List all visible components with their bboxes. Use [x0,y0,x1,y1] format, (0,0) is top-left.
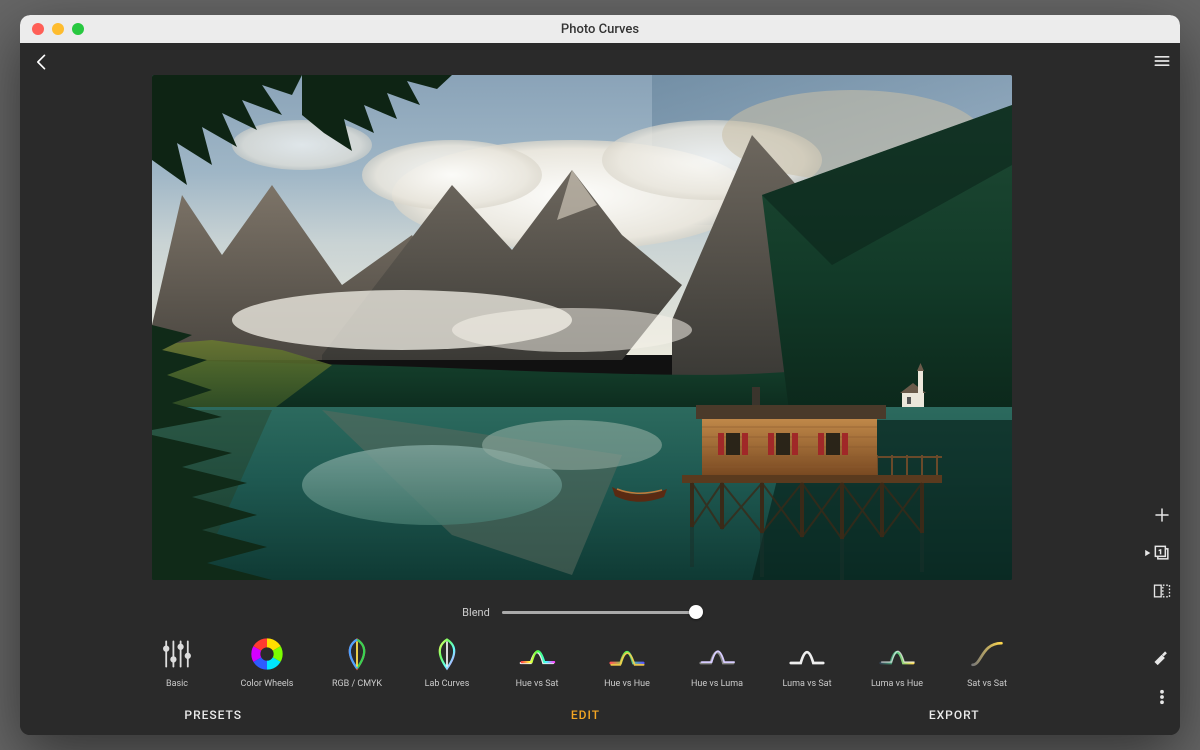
leaf-rgb-icon [338,635,376,673]
tool-rgb-cmyk[interactable]: RGB / CMYK [326,635,388,689]
tab-export[interactable]: EXPORT [929,708,980,722]
layers-button[interactable]: 1 [1152,543,1172,563]
main-column: Blend [20,43,1144,735]
tab-presets[interactable]: PRESETS [184,708,242,722]
tool-hue-vs-sat[interactable]: Hue vs Sat [506,635,568,689]
hump-hue-hue-icon [608,635,646,673]
tool-label: Sat vs Sat [967,679,1007,689]
tab-edit[interactable]: EDIT [571,708,600,722]
more-button[interactable] [1152,687,1172,707]
content-area: Blend [20,43,1180,735]
menu-button[interactable] [1152,51,1172,71]
tool-lab-curves[interactable]: Lab Curves [416,635,478,689]
eyedropper-button[interactable] [1152,649,1172,669]
blend-slider[interactable] [502,602,702,622]
photo-canvas[interactable] [152,75,1012,580]
titlebar: Photo Curves [20,15,1180,43]
tool-hue-vs-luma[interactable]: Hue vs Luma [686,635,748,689]
maximize-window-button[interactable] [72,23,84,35]
tool-label: Hue vs Hue [604,679,650,689]
s-curve-icon [968,635,1006,673]
bottom-tabs: PRESETS EDIT EXPORT [20,695,1144,735]
tool-label: RGB / CMYK [332,679,382,689]
canvas-wrap [20,81,1144,597]
tool-label: Basic [166,679,188,689]
tool-label: Luma vs Hue [871,679,923,689]
blend-thumb[interactable] [689,605,703,619]
tool-sat-vs-sat[interactable]: Sat vs Sat [956,635,1018,689]
tool-basic[interactable]: Basic [146,635,208,689]
color-wheel-icon [248,635,286,673]
tool-luma-vs-sat[interactable]: Luma vs Sat [776,635,838,689]
photo-svg [152,75,1012,580]
blend-fill [502,611,696,614]
tool-color-wheels[interactable]: Color Wheels [236,635,298,689]
tool-hue-vs-hue[interactable]: Hue vs Hue [596,635,658,689]
sliders-icon [158,635,196,673]
leaf-lab-icon [428,635,466,673]
compare-button[interactable] [1152,581,1172,601]
minimize-window-button[interactable] [52,23,64,35]
back-button[interactable] [30,50,54,74]
tool-label: Lab Curves [425,679,470,689]
add-button[interactable] [1152,505,1172,525]
window-controls [32,23,84,35]
window-title: Photo Curves [20,22,1180,37]
tool-luma-vs-hue[interactable]: Luma vs Hue [866,635,928,689]
svg-text:1: 1 [1158,548,1162,556]
hump-luma-sat-icon [788,635,826,673]
tool-label: Hue vs Sat [516,679,559,689]
app-window: Photo Curves [20,15,1180,735]
tool-label: Color Wheels [241,679,294,689]
tool-label: Hue vs Luma [691,679,743,689]
tool-label: Luma vs Sat [782,679,831,689]
hump-hue-luma-icon [698,635,736,673]
blend-row: Blend [20,597,1144,627]
close-window-button[interactable] [32,23,44,35]
hump-luma-hue-icon [878,635,916,673]
blend-label: Blend [462,606,490,619]
tool-row: Basic [20,627,1144,695]
hump-hue-sat-icon [518,635,556,673]
right-sidebar: 1 [1144,43,1180,735]
